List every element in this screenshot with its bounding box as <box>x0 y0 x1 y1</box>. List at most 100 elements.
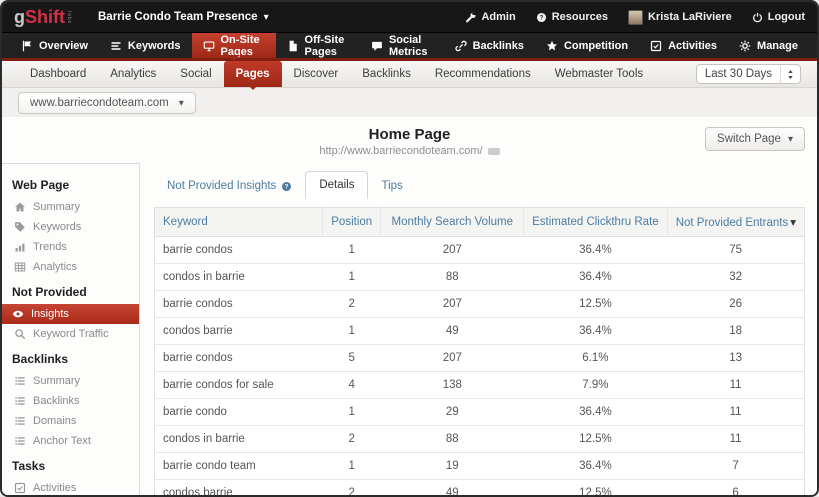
sub-nav: DashboardAnalyticsSocialPagesDiscoverBac… <box>2 61 817 88</box>
user-menu[interactable]: Krista LaRiviere <box>628 10 732 25</box>
column-label: Not Provided Entrants <box>676 217 796 229</box>
logout-label: Logout <box>768 11 805 23</box>
table-cell: 88 <box>381 426 524 453</box>
table-cell: barrie condo <box>155 399 323 426</box>
nav-label: Backlinks <box>473 40 524 52</box>
gear-icon <box>739 40 751 52</box>
check-square-icon <box>650 40 662 52</box>
project-selector[interactable]: Barrie Condo Team Presence <box>98 11 269 23</box>
list-icon <box>14 415 26 427</box>
resources-link[interactable]: ? Resources <box>536 11 608 23</box>
column-label: Position <box>331 216 372 228</box>
date-range-select[interactable]: Last 30 Days <box>696 64 801 84</box>
nav-off-site-pages[interactable]: Off-Site Pages <box>276 33 360 58</box>
sidebar-item-keyword-traffic[interactable]: Keyword Traffic <box>12 324 133 344</box>
table-cell: 13 <box>667 345 804 372</box>
column-header-not-provided-entrants[interactable]: Not Provided Entrants <box>667 208 804 237</box>
nav-on-site-pages[interactable]: On-Site Pages <box>192 33 276 58</box>
subnav-analytics[interactable]: Analytics <box>98 61 168 87</box>
subnav-backlinks[interactable]: Backlinks <box>350 61 423 87</box>
table-cell: 88 <box>381 264 524 291</box>
tab-tips[interactable]: Tips <box>368 173 415 199</box>
sidebar-group-web-page: Web Page <box>12 178 133 192</box>
table-cell: 7.9% <box>524 372 668 399</box>
table-cell: 11 <box>667 399 804 426</box>
table-cell: 75 <box>667 237 804 264</box>
column-label: Monthly Search Volume <box>392 216 513 228</box>
subnav-dashboard[interactable]: Dashboard <box>18 61 98 87</box>
user-name: Krista LaRiviere <box>648 11 732 23</box>
table-cell: condos in barrie <box>155 426 323 453</box>
keyword-table: Keyword Position Monthly Search Volume Esti… <box>154 207 805 495</box>
table-cell: 6 <box>667 480 804 496</box>
sidebar-item-label: Backlinks <box>33 395 79 407</box>
table-cell: 19 <box>381 453 524 480</box>
subnav-webmaster-tools[interactable]: Webmaster Tools <box>543 61 655 87</box>
sidebar-item-insights[interactable]: Insights <box>2 304 139 324</box>
sidebar-item-label: Trends <box>33 241 67 253</box>
caret-down-icon <box>179 97 184 109</box>
table-cell: 6.1% <box>524 345 668 372</box>
nav-activities[interactable]: Activities <box>639 33 728 58</box>
tab-label: Not Provided Insights <box>167 180 276 192</box>
domain-selector[interactable]: www.barriecondoteam.com <box>18 92 196 114</box>
power-icon <box>752 12 763 23</box>
sidebar-item-summary[interactable]: Summary <box>12 371 133 391</box>
sidebar-item-anchor-text[interactable]: Anchor Text <box>12 431 133 451</box>
sidebar-item-domains[interactable]: Domains <box>12 411 133 431</box>
column-header-monthly-search-volume[interactable]: Monthly Search Volume <box>381 208 524 237</box>
nav-label: Keywords <box>128 40 181 52</box>
sidebar-item-keywords[interactable]: Keywords <box>12 217 133 237</box>
wrench-icon <box>465 12 476 23</box>
nav-label: Off-Site Pages <box>305 34 349 58</box>
table-cell: barrie condos <box>155 345 323 372</box>
gshift-logo[interactable]: gShiftlabs <box>14 7 72 27</box>
tab-details[interactable]: Details <box>305 171 368 199</box>
admin-link[interactable]: Admin <box>465 11 515 23</box>
sidebar-item-trends[interactable]: Trends <box>12 237 133 257</box>
nav-keywords[interactable]: Keywords <box>99 33 192 58</box>
nav-backlinks[interactable]: Backlinks <box>444 33 535 58</box>
table-row: barrie condo team11936.4%7 <box>155 453 805 480</box>
switch-page-button[interactable]: Switch Page <box>705 127 805 151</box>
nav-overview[interactable]: Overview <box>10 33 99 58</box>
table-cell: condos in barrie <box>155 264 323 291</box>
sidebar-item-summary[interactable]: Summary <box>12 197 133 217</box>
subnav-social[interactable]: Social <box>168 61 223 87</box>
desktop-icon <box>203 40 215 52</box>
tab-not-provided-insights[interactable]: Not Provided Insights? <box>154 173 305 199</box>
subnav-discover[interactable]: Discover <box>282 61 351 87</box>
column-header-keyword[interactable]: Keyword <box>155 208 323 237</box>
sidebar-item-label: Keywords <box>33 221 81 233</box>
table-cell: 36.4% <box>524 237 668 264</box>
nav-social-metrics[interactable]: Social Metrics <box>360 33 444 58</box>
sub-nav-items: DashboardAnalyticsSocialPagesDiscoverBac… <box>18 61 655 87</box>
sidebar-item-analytics[interactable]: Analytics <box>12 257 133 277</box>
logout-link[interactable]: Logout <box>752 11 805 23</box>
sidebar-item-label: Anchor Text <box>33 435 91 447</box>
check-square-icon <box>14 482 26 494</box>
table-cell: barrie condo team <box>155 453 323 480</box>
column-header-estimated-clickthru-rate[interactable]: Estimated Clickthru Rate <box>524 208 668 237</box>
nav-manage[interactable]: Manage <box>728 33 809 58</box>
table-cell: 12.5% <box>524 426 668 453</box>
table-cell: 12.5% <box>524 291 668 318</box>
nav-competition[interactable]: Competition <box>535 33 639 58</box>
table-cell: 29 <box>381 399 524 426</box>
nav-label: Manage <box>757 40 798 52</box>
table-cell: barrie condos <box>155 237 323 264</box>
page-title: Home Page <box>2 126 817 143</box>
table-cell: 11 <box>667 426 804 453</box>
table-cell: 36.4% <box>524 264 668 291</box>
main-nav: Overview Keywords On-Site Pages Off-Site Pa… <box>2 32 817 61</box>
sidebar-item-backlinks[interactable]: Backlinks <box>12 391 133 411</box>
search-icon <box>14 328 26 340</box>
page-url-text: http://www.barriecondoteam.com/ <box>319 145 482 157</box>
column-header-position[interactable]: Position <box>322 208 380 237</box>
table-cell: 36.4% <box>524 318 668 345</box>
subnav-recommendations[interactable]: Recommendations <box>423 61 543 87</box>
sidebar-group-not-provided: Not Provided <box>12 285 133 299</box>
updown-icon <box>780 66 800 83</box>
question-circle-icon: ? <box>281 181 292 192</box>
sidebar-item-activities[interactable]: Activities <box>12 478 133 495</box>
